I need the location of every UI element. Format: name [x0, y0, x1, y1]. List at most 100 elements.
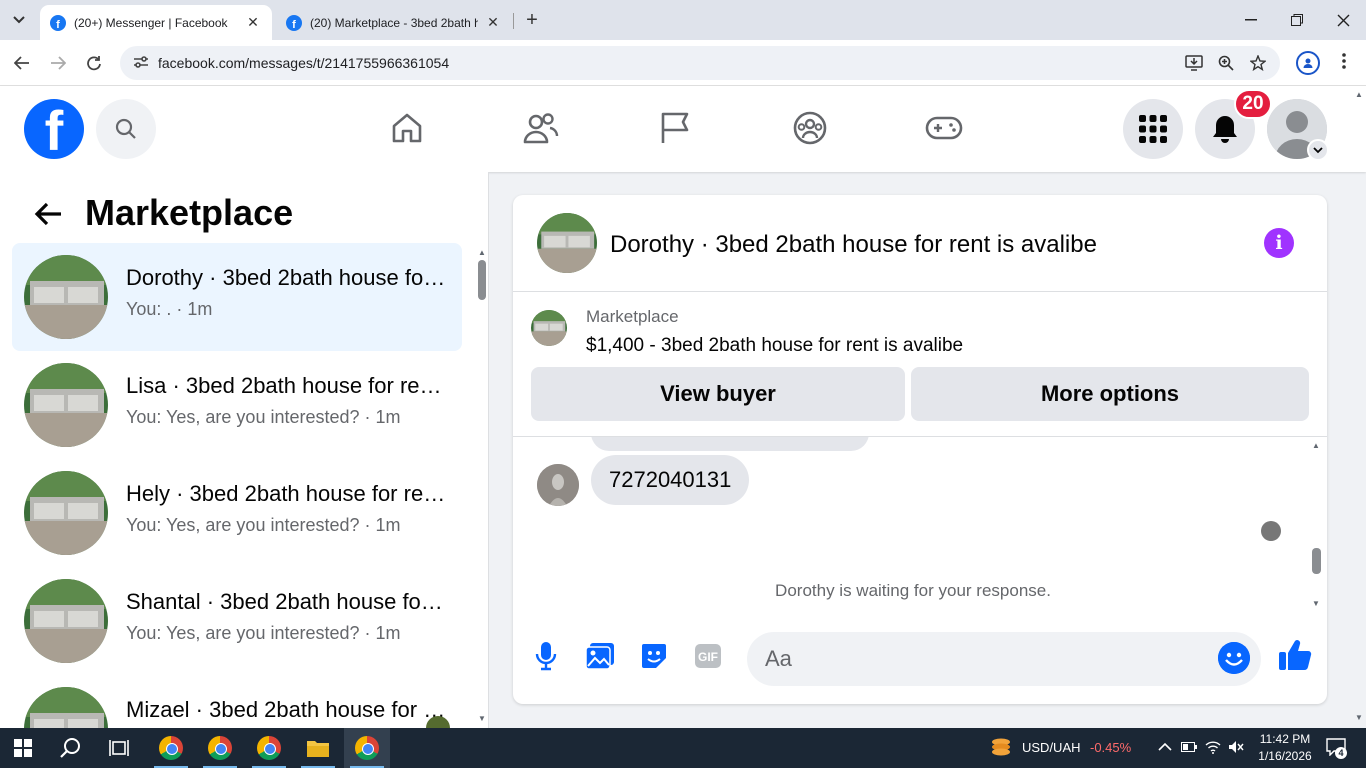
task-view-button[interactable] [96, 728, 142, 768]
page-scroll-down-arrow-icon[interactable]: ▼ [1354, 713, 1364, 723]
gif-icon: GIF [695, 644, 721, 668]
voice-clip-button[interactable] [531, 641, 561, 671]
info-icon[interactable]: i [1264, 228, 1294, 258]
scroll-up-arrow-icon[interactable]: ▲ [477, 248, 487, 258]
taskbar-chrome-3[interactable] [246, 728, 292, 768]
url-text: facebook.com/messages/t/2141755966361054 [158, 55, 450, 71]
taskbar-chrome-1[interactable] [148, 728, 194, 768]
conversation-item[interactable]: Mizael · 3bed 2bath house for rent is av… [12, 675, 462, 728]
taskbar-chrome-2[interactable] [197, 728, 243, 768]
task-view-icon [109, 740, 129, 756]
clock-time[interactable]: 11:42 PM [1255, 732, 1315, 746]
clock-date[interactable]: 1/16/2026 [1255, 749, 1315, 763]
facebook-top-nav: f 20 [0, 86, 1366, 172]
profile-photo [537, 464, 579, 506]
like-button[interactable] [1277, 637, 1313, 673]
house-photo [531, 310, 567, 346]
conversation-item[interactable]: Lisa · 3bed 2bath house for rent is aval… [12, 351, 462, 459]
messages-scrollbar-thumb[interactable] [1312, 548, 1321, 574]
taskbar-chrome-active[interactable] [344, 728, 390, 768]
site-settings-icon[interactable] [126, 55, 156, 72]
search-button[interactable] [96, 99, 156, 159]
scroll-down-arrow-icon[interactable]: ▼ [1311, 599, 1321, 609]
volume-muted-icon[interactable] [1228, 740, 1244, 756]
chrome-icon [208, 736, 232, 760]
nav-groups[interactable] [788, 106, 832, 150]
listing-title[interactable]: $1,400 - 3bed 2bath house for rent is av… [586, 335, 963, 357]
attach-photo-button[interactable] [585, 641, 615, 671]
show-hidden-icons-button[interactable] [1157, 740, 1173, 756]
scroll-down-arrow-icon[interactable]: ▼ [477, 714, 487, 724]
conversation-name: Mizael · 3bed 2bath house for rent is av… [126, 697, 446, 722]
conversation-name: Shantal · 3bed 2bath house for rent is a… [126, 589, 446, 614]
reload-button[interactable] [81, 50, 107, 76]
tab-close-icon[interactable]: ✕ [244, 14, 262, 31]
nav-pages[interactable] [653, 106, 697, 150]
chrome-menu-button[interactable] [1334, 50, 1354, 76]
restore-icon [1291, 14, 1303, 26]
tab-marketplace[interactable]: f (20) Marketplace - 3bed 2bath h ✕ [276, 5, 512, 40]
page-scroll-up-arrow-icon[interactable]: ▲ [1354, 90, 1364, 100]
message-input-box[interactable] [747, 632, 1261, 686]
back-button[interactable] [30, 196, 66, 232]
list-scrollbar-thumb[interactable] [478, 260, 486, 300]
message-bubble[interactable]: 7272040131 [591, 455, 750, 505]
chat-listing-thumbnail[interactable] [537, 213, 597, 273]
message-input[interactable] [765, 632, 1205, 686]
nav-home[interactable] [385, 106, 429, 150]
chrome-profile-icon[interactable] [1296, 51, 1320, 75]
waiting-notice: Dorothy is waiting for your response. [775, 581, 1051, 600]
tab-close-icon[interactable]: ✕ [484, 14, 502, 31]
install-app-icon[interactable] [1182, 46, 1206, 80]
microphone-icon [535, 642, 557, 671]
tab-messenger[interactable]: f (20+) Messenger | Facebook ✕ [40, 5, 272, 40]
new-tab-button[interactable]: + [520, 8, 544, 32]
arrow-left-icon [14, 56, 29, 70]
close-window-button[interactable] [1320, 0, 1366, 40]
menu-button[interactable] [1123, 99, 1183, 159]
facebook-logo[interactable]: f [24, 99, 84, 159]
currency-widget-icon[interactable] [990, 736, 1012, 758]
bookmark-star-icon[interactable] [1246, 46, 1270, 80]
restore-button[interactable] [1274, 0, 1320, 40]
minimize-icon [1245, 19, 1257, 21]
gif-button[interactable]: GIF [693, 641, 723, 671]
seen-avatar [1261, 521, 1281, 541]
conversation-item[interactable]: Shantal · 3bed 2bath house for rent is a… [12, 567, 462, 675]
minimize-button[interactable] [1228, 0, 1274, 40]
account-menu-chevron[interactable] [1307, 139, 1329, 161]
view-buyer-button[interactable]: View buyer [531, 367, 905, 421]
chrome-icon [159, 736, 183, 760]
monitor-download-icon [1185, 55, 1203, 71]
message-bubble [591, 437, 869, 451]
scroll-up-arrow-icon[interactable]: ▲ [1311, 441, 1321, 451]
search-icon [60, 738, 80, 758]
forward-button[interactable] [45, 50, 71, 76]
nav-gaming[interactable] [922, 106, 966, 150]
battery-icon[interactable] [1181, 740, 1197, 756]
address-bar[interactable]: facebook.com/messages/t/2141755966361054 [120, 46, 1280, 80]
house-photo [24, 687, 108, 728]
conversation-item[interactable]: Dorothy · 3bed 2bath house for rent is a… [12, 243, 462, 351]
back-button[interactable] [9, 50, 35, 76]
taskbar-search-button[interactable] [48, 728, 94, 768]
taskbar-file-explorer[interactable] [295, 728, 341, 768]
conversation-item[interactable]: Hely · 3bed 2bath house for rent is aval… [12, 459, 462, 567]
tab-search-menu-button[interactable] [6, 7, 32, 33]
conversation-preview: You: Yes, are you interested? · 1m [126, 623, 401, 643]
nav-friends[interactable] [519, 106, 563, 150]
sender-avatar[interactable] [537, 464, 579, 506]
friends-icon [523, 113, 559, 144]
currency-pair: USD/UAH [1022, 740, 1081, 755]
sticker-button[interactable] [639, 641, 669, 671]
more-options-button[interactable]: More options [911, 367, 1309, 421]
house-photo [537, 213, 597, 273]
house-photo [24, 363, 108, 447]
zoom-icon[interactable] [1214, 46, 1238, 80]
emoji-button[interactable] [1218, 642, 1250, 674]
start-button[interactable] [0, 728, 46, 768]
chrome-icon [257, 736, 281, 760]
chat-title[interactable]: Dorothy · 3bed 2bath house for rent is a… [610, 231, 1097, 259]
chat-window: Dorothy · 3bed 2bath house for rent is a… [513, 195, 1327, 704]
wifi-icon[interactable] [1205, 740, 1221, 756]
